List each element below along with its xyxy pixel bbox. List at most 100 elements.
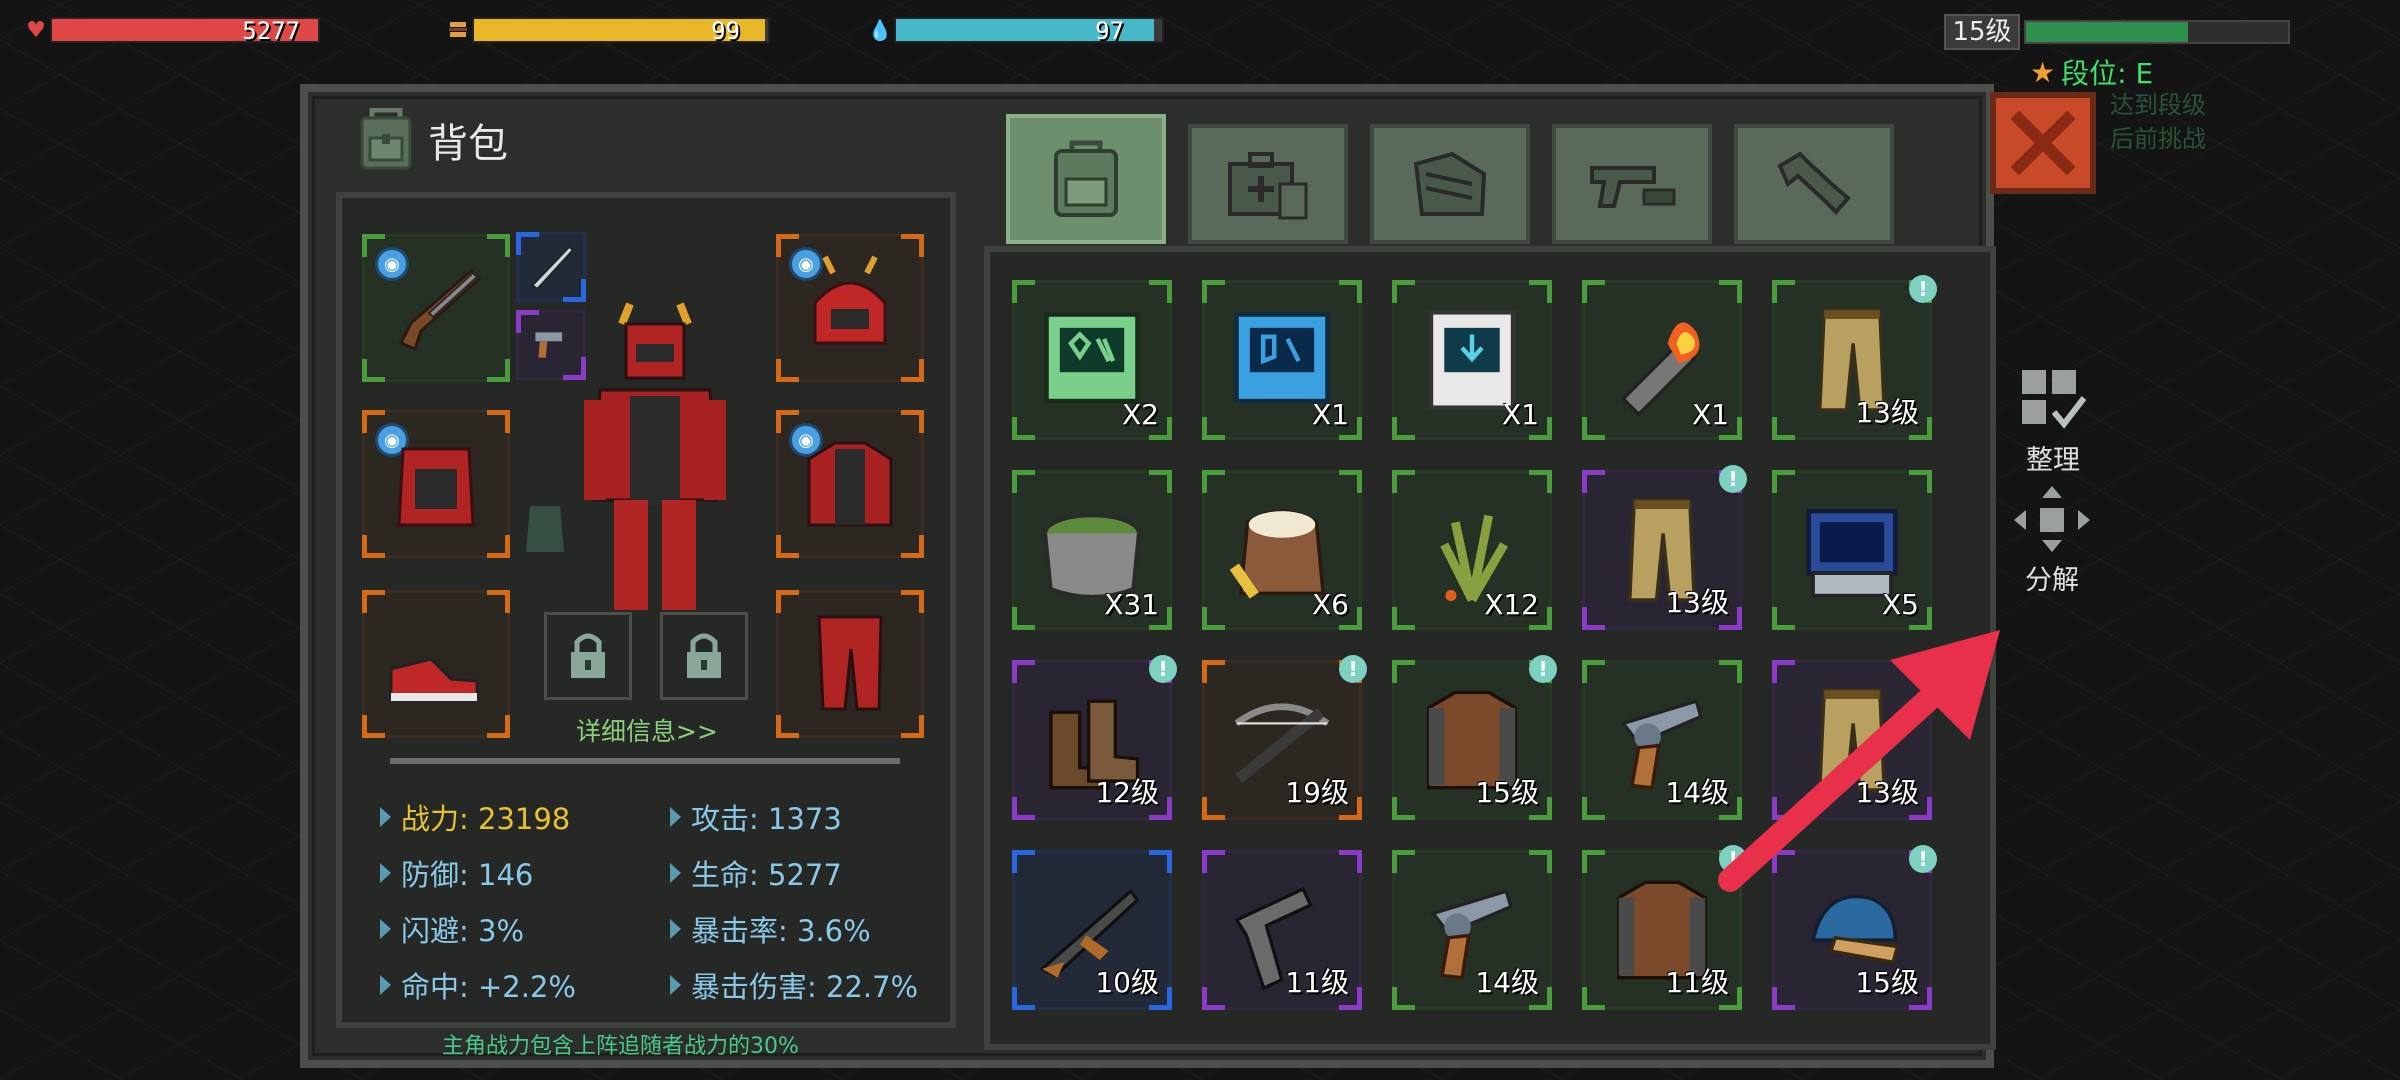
- inventory-item-crossbow[interactable]: 19级!: [1202, 655, 1367, 820]
- inventory-item-boots[interactable]: 12级!: [1012, 655, 1177, 820]
- stat-accuracy: 命中: +2.2%: [380, 964, 576, 1006]
- inventory-item-herbs[interactable]: X12: [1392, 470, 1552, 630]
- item-count-label: 10级: [1095, 966, 1159, 999]
- inventory-item-revolver[interactable]: 14级: [1582, 660, 1742, 820]
- alert-badge-icon: !: [1909, 845, 1937, 873]
- water-value: 97: [1095, 17, 1124, 45]
- heart-icon: ♥: [26, 17, 46, 43]
- item-count-label: X6: [1312, 588, 1349, 621]
- tab-tools[interactable]: [1734, 124, 1894, 244]
- stat-defense: 防御: 146: [380, 852, 533, 894]
- locked-slot-2[interactable]: [660, 612, 748, 700]
- rank-hint-ghost: 达到段级 后前挑战: [2110, 91, 2206, 153]
- inventory-item-leather-jacket[interactable]: 11级!: [1582, 845, 1747, 1010]
- shoes-slot[interactable]: [362, 590, 510, 738]
- item-count-label: X1: [1312, 398, 1349, 431]
- item-count-label: 13级: [1855, 396, 1919, 429]
- sort-label: 整理: [2026, 445, 2080, 476]
- locked-slot-1[interactable]: [544, 612, 632, 700]
- pants-slot[interactable]: [776, 590, 924, 738]
- decompose-button[interactable]: 分解: [2010, 484, 2094, 597]
- samurai-helmet-icon: [813, 255, 887, 345]
- lock-icon: [571, 633, 605, 678]
- item-count-label: X31: [1104, 588, 1159, 621]
- item-count-label: 13级: [1665, 586, 1729, 619]
- tab-weapons[interactable]: [1552, 124, 1712, 244]
- inventory-item-khaki-pants[interactable]: 13级!: [1582, 465, 1747, 630]
- stat-crit-damage: 暴击伤害: 22.7%: [670, 964, 918, 1006]
- alert-badge-icon: !: [1909, 655, 1937, 683]
- chest-armor-icon: [397, 447, 475, 527]
- inventory-item-khaki-pants[interactable]: 13级!: [1772, 275, 1937, 440]
- backpack-tab-icon: [1054, 140, 1118, 217]
- materials-icon: [1413, 151, 1487, 216]
- inventory-item-tech-console[interactable]: X5: [1772, 470, 1932, 630]
- shotgun-icon: [398, 268, 482, 352]
- panel-header: 背包: [358, 108, 508, 172]
- lock-icon: [687, 633, 721, 678]
- xp-bar: [2024, 20, 2290, 44]
- inventory-item-green-monitor[interactable]: X2: [1012, 280, 1172, 440]
- vest-ghost-icon: [526, 506, 564, 552]
- inventory-item-khaki-pants[interactable]: 13级!: [1772, 655, 1937, 820]
- item-count-label: 14级: [1665, 776, 1729, 809]
- burger-icon: [444, 16, 472, 44]
- rank-text: 段位: E: [2061, 57, 2154, 90]
- inventory-item-blue-monitor[interactable]: X1: [1202, 280, 1362, 440]
- close-button[interactable]: [1990, 92, 2096, 194]
- inventory-item-fire-capsule[interactable]: X1: [1582, 280, 1742, 440]
- wrench-icon: [1777, 151, 1851, 215]
- detail-info-link[interactable]: 详细信息>>: [576, 712, 718, 748]
- sort-grid-icon: [2022, 370, 2087, 429]
- armored-jacket-icon: [807, 441, 893, 527]
- item-count-label: 11级: [1285, 966, 1349, 999]
- inventory-item-leather-jacket[interactable]: 15级!: [1392, 655, 1557, 820]
- jacket-slot[interactable]: ◉: [776, 410, 924, 558]
- rank-indicator[interactable]: ★ 段位: E: [2030, 52, 2153, 92]
- page-title: 背包: [428, 121, 508, 167]
- sneakers-icon: [389, 657, 479, 701]
- inventory-item-rice-sack[interactable]: X6: [1202, 470, 1362, 630]
- alert-badge-icon: !: [1719, 465, 1747, 493]
- sort-button[interactable]: 整理: [2018, 368, 2088, 477]
- item-count-label: 15级: [1475, 776, 1539, 809]
- alert-badge-icon: !: [1339, 655, 1367, 683]
- close-icon: [2011, 111, 2075, 175]
- inventory-item-pistol[interactable]: 11级: [1202, 850, 1362, 1010]
- inventory-item-assault-rifle[interactable]: 10级: [1012, 850, 1172, 1010]
- tab-materials[interactable]: [1370, 124, 1530, 244]
- inventory-item-white-device[interactable]: X1: [1392, 280, 1552, 440]
- backpack-icon: [360, 108, 412, 170]
- stat-power: 战力: 23198: [380, 796, 570, 838]
- item-count-label: 14级: [1475, 966, 1539, 999]
- alert-badge-icon: !: [1529, 655, 1557, 683]
- food-value: 99: [711, 17, 740, 45]
- inventory-item-green-soup[interactable]: X31: [1012, 470, 1172, 630]
- item-count-label: 15级: [1855, 966, 1919, 999]
- alert-badge-icon: !: [1149, 655, 1177, 683]
- tab-medical[interactable]: [1188, 124, 1348, 244]
- melee-slot[interactable]: [516, 232, 586, 302]
- armored-pants-icon: [817, 615, 883, 711]
- weapon-slot[interactable]: ◉: [362, 234, 510, 382]
- inventory-item-blue-cap[interactable]: 15级!: [1772, 845, 1937, 1010]
- blade-icon: [531, 245, 574, 290]
- stat-crit-rate: 暴击率: 3.6%: [670, 908, 871, 950]
- stat-hp: 生命: 5277: [670, 852, 842, 894]
- item-count-label: 19级: [1285, 776, 1349, 809]
- item-count-label: X2: [1122, 398, 1159, 431]
- tab-backpack[interactable]: [1006, 114, 1166, 244]
- item-count-label: X12: [1484, 588, 1539, 621]
- divider: [390, 758, 900, 764]
- food-bar: 99: [444, 16, 770, 44]
- armor-slot[interactable]: ◉: [362, 410, 510, 558]
- character-avatar: [584, 302, 726, 610]
- decompose-label: 分解: [2025, 565, 2079, 596]
- water-bar: 💧 97: [866, 16, 1164, 44]
- player-level: 15级: [1944, 14, 2020, 50]
- inventory-item-revolver[interactable]: 14级: [1392, 850, 1552, 1010]
- item-count-label: X1: [1692, 398, 1729, 431]
- power-note: 主角战力包含上阵追随者战力的30%: [442, 1034, 799, 1059]
- helmet-slot[interactable]: ◉: [776, 234, 924, 382]
- gun-icon: [1590, 166, 1676, 208]
